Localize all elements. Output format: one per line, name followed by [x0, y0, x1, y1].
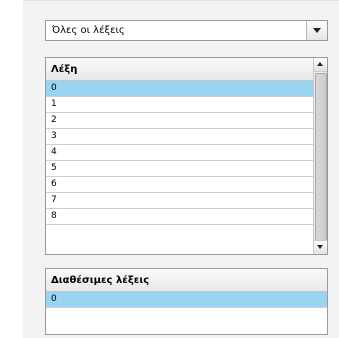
arrow-down-icon[interactable] — [314, 240, 327, 254]
list-item[interactable]: 4 — [46, 145, 313, 161]
list-item[interactable]: 1 — [46, 97, 313, 113]
available-words-listbox[interactable]: Διαθέσιμες λέξεις 0 — [45, 268, 328, 335]
available-rows: 0 — [46, 292, 327, 308]
available-column-header[interactable]: Διαθέσιμες λέξεις — [46, 269, 327, 292]
divider — [23, 0, 339, 1]
words-rows: 0 1 2 3 4 5 6 7 8 — [46, 81, 313, 225]
vertical-scrollbar[interactable] — [313, 58, 327, 254]
list-item[interactable]: 3 — [46, 129, 313, 145]
list-item[interactable]: 0 — [46, 292, 327, 308]
list-item[interactable]: 7 — [46, 193, 313, 209]
word-filter-dropdown[interactable]: Όλες οι λέξεις — [45, 20, 328, 41]
arrow-up-icon[interactable] — [314, 58, 327, 72]
words-column-header[interactable]: Λέξη — [46, 58, 327, 81]
list-item[interactable]: 6 — [46, 177, 313, 193]
list-item[interactable]: 5 — [46, 161, 313, 177]
list-item[interactable]: 8 — [46, 209, 313, 225]
words-listbox[interactable]: Λέξη 0 1 2 3 4 5 6 7 8 — [45, 57, 328, 255]
scroll-thumb[interactable] — [315, 73, 327, 243]
list-item[interactable]: 0 — [46, 81, 313, 97]
word-filter-value: Όλες οι λέξεις — [52, 25, 125, 36]
words-header-label: Λέξη — [51, 64, 78, 75]
available-header-label: Διαθέσιμες λέξεις — [51, 275, 150, 286]
chevron-down-icon[interactable] — [306, 21, 327, 40]
list-item[interactable]: 2 — [46, 113, 313, 129]
